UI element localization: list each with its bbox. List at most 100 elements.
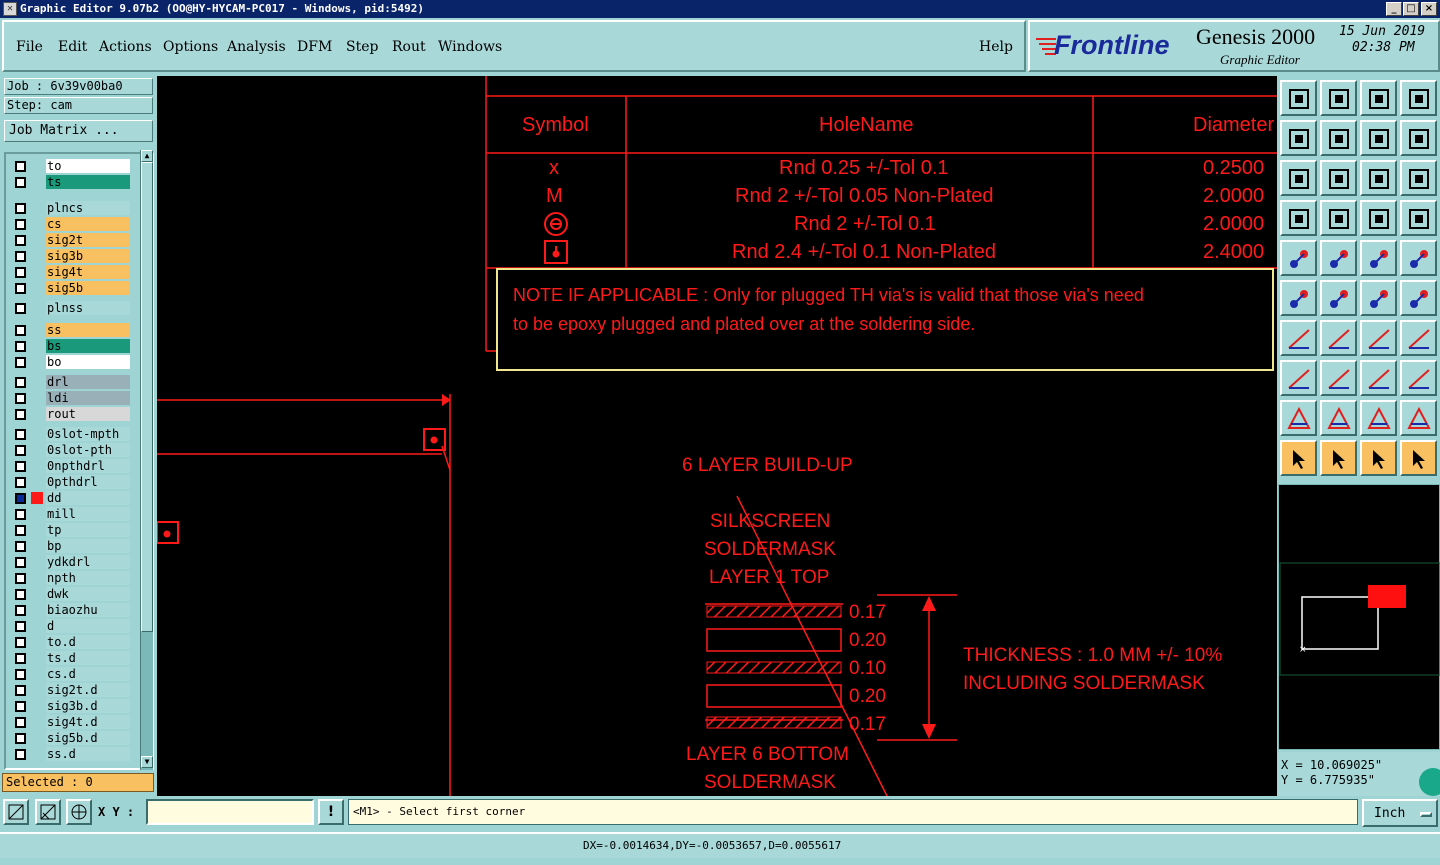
layer-checkbox[interactable] [15, 701, 26, 712]
menu-rout[interactable]: Rout [392, 39, 426, 55]
overview-panel[interactable]: × [1278, 484, 1440, 750]
layer-row-bo[interactable]: bo [12, 354, 130, 370]
layer-checkbox[interactable] [15, 177, 26, 188]
scroll-down-icon[interactable]: ▼ [141, 756, 153, 768]
layer-checkbox[interactable] [15, 717, 26, 728]
layer-row-0slot-mpth[interactable]: 0slot-mpth [12, 426, 130, 442]
layer-checkbox[interactable] [15, 251, 26, 262]
back-icon[interactable] [1280, 120, 1317, 156]
flip-icon[interactable] [1400, 320, 1437, 356]
line-icon[interactable] [1280, 320, 1317, 356]
swap-icon[interactable] [1360, 120, 1397, 156]
menu-step[interactable]: Step [346, 39, 378, 55]
select-area-icon[interactable] [1400, 240, 1437, 276]
layer-row-tp[interactable]: tp [12, 522, 130, 538]
save-icon[interactable] [1320, 80, 1357, 116]
pointer-net-icon[interactable] [1400, 440, 1437, 476]
layer-checkbox[interactable] [15, 357, 26, 368]
menu-options[interactable]: Options [163, 39, 218, 55]
app-icon[interactable]: ✕ [3, 2, 17, 16]
layer-checkbox[interactable] [15, 219, 26, 230]
pad-add-icon[interactable] [1280, 360, 1317, 396]
layer-row-to-d[interactable]: to.d [12, 634, 130, 650]
layer-checkbox[interactable] [15, 235, 26, 246]
layer-checkbox[interactable] [15, 685, 26, 696]
menu-analysis[interactable]: Analysis [227, 39, 286, 55]
copy-icon[interactable] [1400, 280, 1437, 316]
layer-row-rout[interactable]: rout [12, 406, 130, 422]
layer-checkbox[interactable] [15, 377, 26, 388]
route-icon[interactable] [1320, 400, 1357, 436]
menu-help[interactable]: Help [979, 39, 1013, 55]
pad-icon[interactable] [1320, 200, 1357, 236]
menu-actions[interactable]: Actions [99, 39, 152, 55]
arc2-icon[interactable] [1400, 400, 1437, 436]
measure-icon[interactable] [35, 799, 61, 825]
layer-row-0pthdrl[interactable]: 0pthdrl [12, 474, 130, 490]
layer-checkbox[interactable] [15, 477, 26, 488]
layer-row-cs[interactable]: cs [12, 216, 130, 232]
layer-checkbox[interactable] [15, 637, 26, 648]
zoom-fit-icon[interactable] [3, 799, 29, 825]
pointer-box-icon[interactable] [1320, 440, 1357, 476]
layer-row-dwk[interactable]: dwk [12, 586, 130, 602]
layer-row-bp[interactable]: bp [12, 538, 130, 554]
layer-checkbox[interactable] [15, 445, 26, 456]
graphic-canvas[interactable]: Symbol HoleName Diameter x Rnd 0.25 +/-T… [157, 76, 1277, 796]
layer-checkbox[interactable] [15, 509, 26, 520]
snapshot-icon[interactable] [1280, 240, 1317, 276]
layer-row-sig3b-d[interactable]: sig3b.d [12, 698, 130, 714]
open-icon[interactable] [1280, 80, 1317, 116]
layer-row-sig4t-d[interactable]: sig4t.d [12, 714, 130, 730]
group-icon[interactable] [1400, 360, 1437, 396]
layer-checkbox[interactable] [15, 203, 26, 214]
ruler-icon[interactable] [1360, 240, 1397, 276]
scroll-thumb[interactable] [141, 162, 153, 632]
layer-checkbox[interactable] [15, 541, 26, 552]
layer-checkbox[interactable] [15, 605, 26, 616]
measure2-icon[interactable] [1360, 360, 1397, 396]
xy-input[interactable] [146, 799, 314, 825]
layer-checkbox[interactable] [15, 409, 26, 420]
layer-checkbox[interactable] [15, 749, 26, 760]
menu-edit[interactable]: Edit [58, 39, 87, 55]
layer-row-sig5b-d[interactable]: sig5b.d [12, 730, 130, 746]
edit-icon[interactable] [1320, 240, 1357, 276]
move-icon[interactable] [1360, 280, 1397, 316]
layer-checkbox[interactable] [15, 733, 26, 744]
layer-checkbox[interactable] [15, 557, 26, 568]
layer-checkbox[interactable] [15, 325, 26, 336]
tools-icon[interactable] [1280, 200, 1317, 236]
units-selector[interactable]: Inch [1362, 799, 1438, 827]
pointer-select-icon[interactable] [1360, 440, 1397, 476]
layer-row-ss[interactable]: ss [12, 322, 130, 338]
layer-checkbox[interactable] [15, 493, 26, 504]
layer-row-to[interactable]: to [12, 158, 130, 174]
layer-row-sig3b[interactable]: sig3b [12, 248, 130, 264]
redo-icon[interactable] [1400, 120, 1437, 156]
layer-scrollbar[interactable]: ▲ ▼ [140, 150, 153, 770]
layer-row-plncs[interactable]: plncs [12, 200, 130, 216]
layer-row-mill[interactable]: mill [12, 506, 130, 522]
layer-checkbox[interactable] [15, 267, 26, 278]
layer-row-sig2t-d[interactable]: sig2t.d [12, 682, 130, 698]
layer-row-ss-d[interactable]: ss.d [12, 746, 130, 762]
layer-row-npth[interactable]: npth [12, 570, 130, 586]
layer-row-dd[interactable]: dd [12, 490, 130, 506]
layer-row-biaozhu[interactable]: biaozhu [12, 602, 130, 618]
layer-checkbox[interactable] [15, 161, 26, 172]
minimize-button[interactable]: _ [1386, 2, 1402, 16]
layer-row-sig2t[interactable]: sig2t [12, 232, 130, 248]
pointer-icon[interactable] [1280, 440, 1317, 476]
draw-icon[interactable] [1320, 320, 1357, 356]
delete-icon[interactable] [1320, 280, 1357, 316]
layer-checkbox[interactable] [15, 589, 26, 600]
connect-icon[interactable] [1280, 280, 1317, 316]
layer-row-sig4t[interactable]: sig4t [12, 264, 130, 280]
net2-icon[interactable] [1400, 200, 1437, 236]
layer-checkbox[interactable] [15, 621, 26, 632]
layer-row-0npthdrl[interactable]: 0npthdrl [12, 458, 130, 474]
forward-icon[interactable] [1320, 120, 1357, 156]
alert-icon[interactable]: ! [318, 799, 344, 825]
layer-checkbox[interactable] [15, 429, 26, 440]
